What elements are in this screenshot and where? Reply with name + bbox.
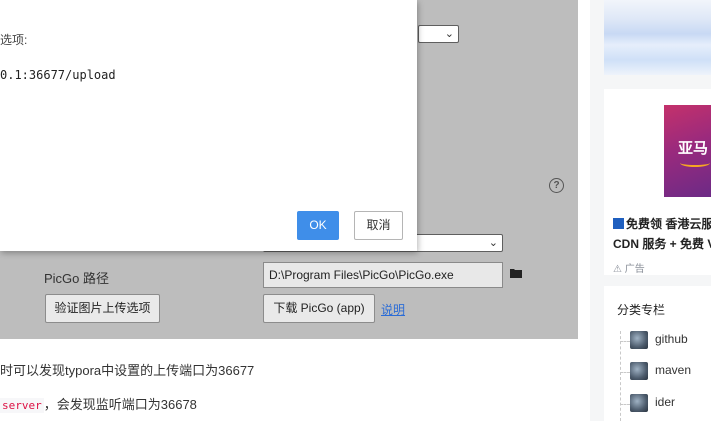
category-item[interactable]: maven [630, 362, 691, 380]
help-link[interactable]: 说明 [381, 301, 405, 318]
cancel-button[interactable]: 取消 [354, 211, 403, 240]
help-icon[interactable]: ? [549, 178, 564, 193]
tree-line [620, 331, 621, 421]
smile-arrow-icon [680, 159, 710, 167]
top-dropdown[interactable]: ⌄ [418, 25, 459, 43]
download-picgo-button[interactable]: 下载 PicGo (app) [263, 294, 375, 323]
category-avatar [630, 331, 648, 349]
flag-icon [613, 218, 624, 229]
category-item[interactable]: ider [630, 394, 675, 412]
article-text: ，会发现监听端口为36678 [43, 397, 197, 412]
chevron-down-icon: ⌄ [488, 237, 498, 249]
dialog-url-value: 0.1:36677/upload [0, 68, 116, 82]
ad-image-text: 亚马 [678, 140, 709, 157]
article-text-line: 时可以发现typora中设置的上传端口为36677 [0, 363, 255, 378]
picgo-path-label: PicGo 路径 [44, 271, 110, 286]
article-text-line: server ，会发现监听端口为36678 [0, 394, 197, 413]
ad-subtitle[interactable]: CDN 服务 + 免费 V [613, 235, 711, 252]
category-card: 分类专栏 github maven ider [604, 286, 711, 421]
sidebar-banner[interactable] [604, 0, 711, 75]
ad-image[interactable]: 亚马 [664, 105, 711, 197]
ad-title[interactable]: 免费领 香港云服务 [613, 215, 711, 232]
dialog-label: 选项: [0, 33, 28, 47]
category-avatar [630, 394, 648, 412]
tree-branch [620, 372, 630, 373]
tree-branch [620, 404, 630, 405]
ok-button[interactable]: OK [297, 211, 339, 240]
tree-branch [620, 341, 630, 342]
category-title: 分类专栏 [617, 303, 666, 317]
main-content: ⌄ ? ⌄ PicGo 路径 D:\Program Files\PicGo\Pi… [0, 0, 590, 421]
ad-card[interactable]: 亚马 免费领 香港云服务 CDN 服务 + 免费 V ⚠ 广告 [604, 89, 711, 275]
inline-code: server [0, 398, 44, 413]
chevron-down-icon: ⌄ [444, 28, 454, 40]
folder-icon[interactable] [510, 268, 522, 278]
upload-dialog: 选项: 0.1:36677/upload OK 取消 [0, 0, 417, 251]
category-item[interactable]: github [630, 331, 688, 349]
ad-tag: ⚠ 广告 [613, 264, 645, 275]
category-avatar [630, 362, 648, 380]
picgo-path-input[interactable]: D:\Program Files\PicGo\PicGo.exe [263, 262, 503, 288]
verify-upload-button[interactable]: 验证图片上传选项 [45, 294, 160, 323]
